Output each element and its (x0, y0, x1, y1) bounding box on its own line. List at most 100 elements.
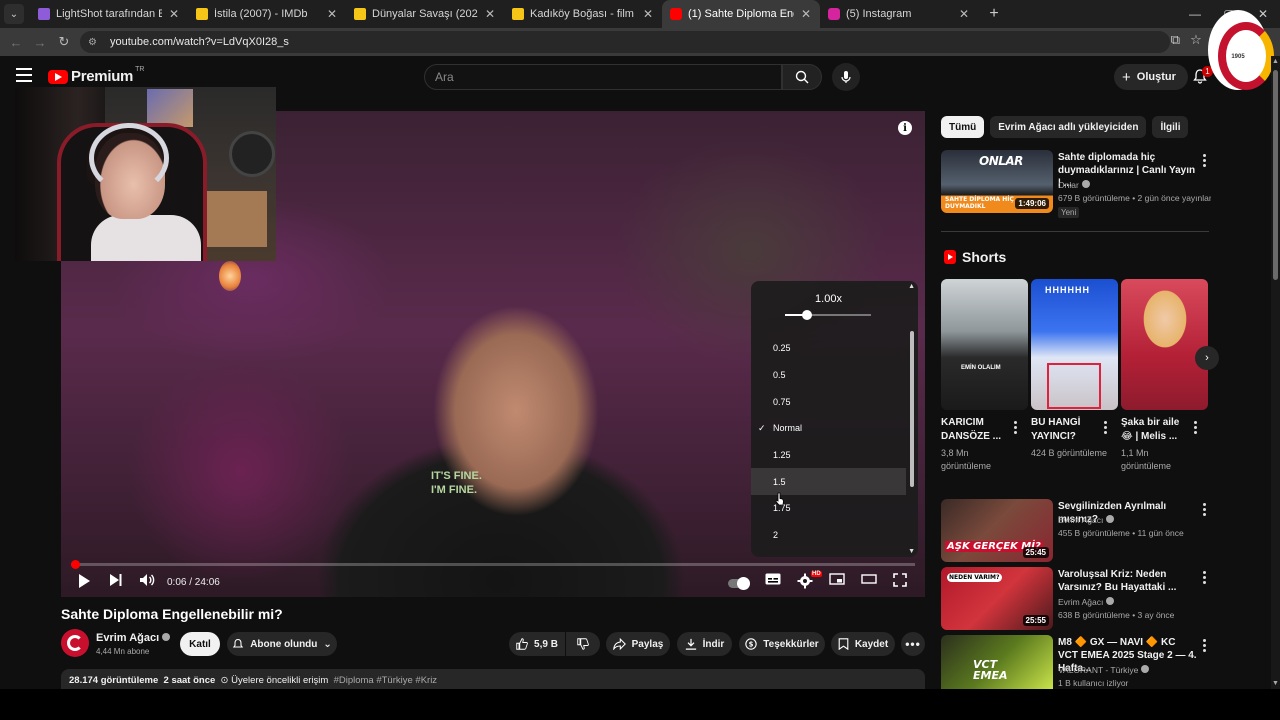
page-scrollbar[interactable]: ▲ ▼ (1271, 56, 1280, 689)
recommended-video-1[interactable]: AŞK GERÇEK Mİ? 25:45 Sevgilinizden Ayrıl… (941, 499, 1211, 562)
like-button[interactable]: 5,9 B (509, 632, 565, 656)
short-thumbnail[interactable]: EMİN OLALIM (941, 279, 1028, 410)
chip-all[interactable]: Tümü (941, 116, 985, 138)
cast-icon[interactable]: ⧉ (1171, 32, 1180, 48)
recommended-video-onlar[interactable]: ONLAR SAHTE DİPLOMA HİÇ DUYMADIKL 1:49:0… (941, 150, 1211, 220)
reload-icon[interactable]: ↻ (52, 34, 76, 50)
speed-option-normal[interactable]: ✓ Normal (751, 415, 906, 442)
more-vert-icon[interactable] (1203, 503, 1206, 518)
mute-button[interactable] (139, 573, 155, 587)
more-vert-icon[interactable] (1203, 571, 1206, 586)
minimize-icon[interactable]: — (1178, 0, 1212, 28)
info-icon[interactable]: i (898, 121, 912, 135)
close-icon[interactable]: ✕ (958, 7, 970, 21)
recommended-video-2[interactable]: NEDEN VARIM? 25:55 Varoluşsal Kriz: Nede… (941, 567, 1211, 630)
browser-tab-3[interactable]: Dünyalar Savaşı (2025) - IMDb ✕ (346, 0, 504, 28)
search-button[interactable] (782, 64, 822, 90)
short-item-2[interactable]: HHHHHH BU HANGİ YAYINCI? 424 B görüntüle… (1031, 279, 1118, 458)
verified-icon (1081, 180, 1090, 188)
bookmark-star-icon[interactable]: ☆ (1190, 32, 1202, 48)
browser-tab-1[interactable]: LightShot tarafından Ekran Gör ✕ (30, 0, 188, 28)
speed-option-2[interactable]: 2 (751, 522, 906, 549)
browser-tab-2[interactable]: İstila (2007) - IMDb ✕ (188, 0, 346, 28)
verified-icon (1106, 597, 1115, 605)
scroll-up-icon[interactable]: ▲ (1272, 58, 1279, 65)
theater-mode-button[interactable] (861, 573, 877, 585)
page-scroll-thumb[interactable] (1273, 70, 1278, 280)
share-button[interactable]: Paylaş (606, 632, 670, 656)
speed-option-0-75[interactable]: 0.75 (751, 388, 906, 415)
chip-from-uploader[interactable]: Evrim Ağacı adlı yükleyiciden (990, 116, 1147, 138)
address-bar[interactable]: ⚙ youtube.com/watch?v=LdVqX0I28_s (80, 31, 1170, 53)
youtube-premium-logo[interactable]: Premium TR (48, 66, 145, 85)
dislike-button[interactable] (566, 632, 600, 656)
progress-scrubber[interactable] (71, 560, 80, 569)
short-thumbnail[interactable]: HHHHHH (1031, 279, 1118, 410)
fullscreen-button[interactable] (893, 573, 907, 587)
chevron-down-icon: ⌄ (323, 638, 332, 650)
menu-scroll-down-icon[interactable]: ▼ (908, 548, 915, 555)
region-code: TR (135, 66, 145, 73)
miniplayer-button[interactable] (829, 573, 845, 585)
shorts-next-button[interactable]: › (1195, 346, 1219, 370)
speed-option-0-25[interactable]: 0.25 (751, 335, 906, 362)
more-vert-icon[interactable] (1203, 639, 1206, 654)
voice-search-button[interactable] (832, 63, 860, 91)
subscribed-button[interactable]: Abone olundu ⌄ (227, 632, 337, 656)
site-info-icon[interactable]: ⚙ (88, 37, 102, 48)
video-meta: 679 B görüntüleme • 2 gün önce yayınlan.… (1058, 193, 1211, 203)
speed-option-1-25[interactable]: 1.25 (751, 442, 906, 469)
search-input[interactable]: Ara (424, 64, 782, 90)
hashtags[interactable]: #Diploma #Türkiye #Kriz (334, 675, 437, 686)
close-icon[interactable]: ✕ (168, 7, 180, 21)
speed-slider-handle[interactable] (801, 310, 812, 320)
scroll-down-icon[interactable]: ▼ (1272, 680, 1279, 687)
more-vert-icon[interactable] (1014, 421, 1017, 436)
save-button[interactable]: Kaydet (831, 632, 895, 656)
browser-toolbar: ← → ↻ ⚙ youtube.com/watch?v=LdVqX0I28_s … (0, 28, 1280, 56)
video-thumbnail[interactable]: NEDEN VARIM? 25:55 (941, 567, 1053, 630)
back-arrow-icon[interactable]: ← (4, 35, 28, 50)
thanks-button[interactable]: $ Teşekkürler (739, 632, 825, 656)
autoplay-toggle[interactable] (728, 577, 750, 590)
close-icon[interactable]: ✕ (800, 7, 812, 21)
browser-tab-4[interactable]: Kadıköy Boğası - film 2025 | bey ✕ (504, 0, 662, 28)
browser-tab-6[interactable]: (5) Instagram ✕ (820, 0, 978, 28)
menu-scrollbar[interactable] (910, 331, 914, 487)
video-thumbnail[interactable]: ONLAR SAHTE DİPLOMA HİÇ DUYMADIKL 1:49:0… (941, 150, 1053, 213)
close-icon[interactable]: ✕ (484, 7, 496, 21)
video-thumbnail[interactable]: VCT EMEA (941, 635, 1053, 689)
short-item-3[interactable]: Şaka bir aile 😂 | Melis ... 1,1 Mn görün… (1121, 279, 1208, 471)
download-button[interactable]: İndir (677, 632, 732, 656)
more-actions-button[interactable]: ••• (901, 632, 925, 656)
chip-related[interactable]: İlgili (1152, 116, 1189, 138)
join-button[interactable]: Katıl (180, 632, 220, 656)
close-icon[interactable]: ✕ (642, 7, 654, 21)
create-button[interactable]: + Oluştur (1114, 64, 1188, 90)
short-red-frame (1047, 363, 1101, 409)
play-button[interactable] (77, 573, 91, 589)
subtitles-button[interactable] (765, 573, 781, 585)
progress-bar[interactable] (71, 560, 915, 569)
more-vert-icon[interactable] (1104, 421, 1107, 436)
more-vert-icon[interactable] (1203, 154, 1206, 169)
new-tab-plus-icon[interactable]: + (984, 5, 1004, 23)
short-thumbnail[interactable] (1121, 279, 1208, 410)
player-controls: 0:06 / 24:06 HD (61, 569, 925, 597)
close-icon[interactable]: ✕ (326, 7, 338, 21)
short-item-1[interactable]: EMİN OLALIM KARICIM DANSÖZE ... 3,8 Mn g… (941, 279, 1028, 471)
speed-option-0-5[interactable]: 0.5 (751, 362, 906, 389)
more-vert-icon[interactable] (1194, 421, 1197, 436)
next-button[interactable] (109, 573, 123, 587)
verified-icon (1106, 515, 1115, 523)
menu-hamburger-icon[interactable] (16, 68, 32, 82)
channel-name[interactable]: Evrim Ağacı (96, 632, 171, 644)
tab-search-button[interactable]: ⌄ (4, 4, 24, 24)
browser-tab-5-active[interactable]: (1) Sahte Diploma Engellenebilir ✕ (662, 0, 820, 28)
channel-avatar[interactable] (61, 629, 89, 657)
recommended-video-3[interactable]: VCT EMEA M8 🔶 GX — NAVI 🔶 KC VCT EMEA 20… (941, 635, 1211, 689)
forward-arrow-icon[interactable]: → (28, 35, 52, 50)
speed-slider[interactable] (785, 310, 871, 320)
video-thumbnail[interactable]: AŞK GERÇEK Mİ? 25:45 (941, 499, 1053, 562)
menu-scroll-up-icon[interactable]: ▲ (908, 283, 915, 290)
